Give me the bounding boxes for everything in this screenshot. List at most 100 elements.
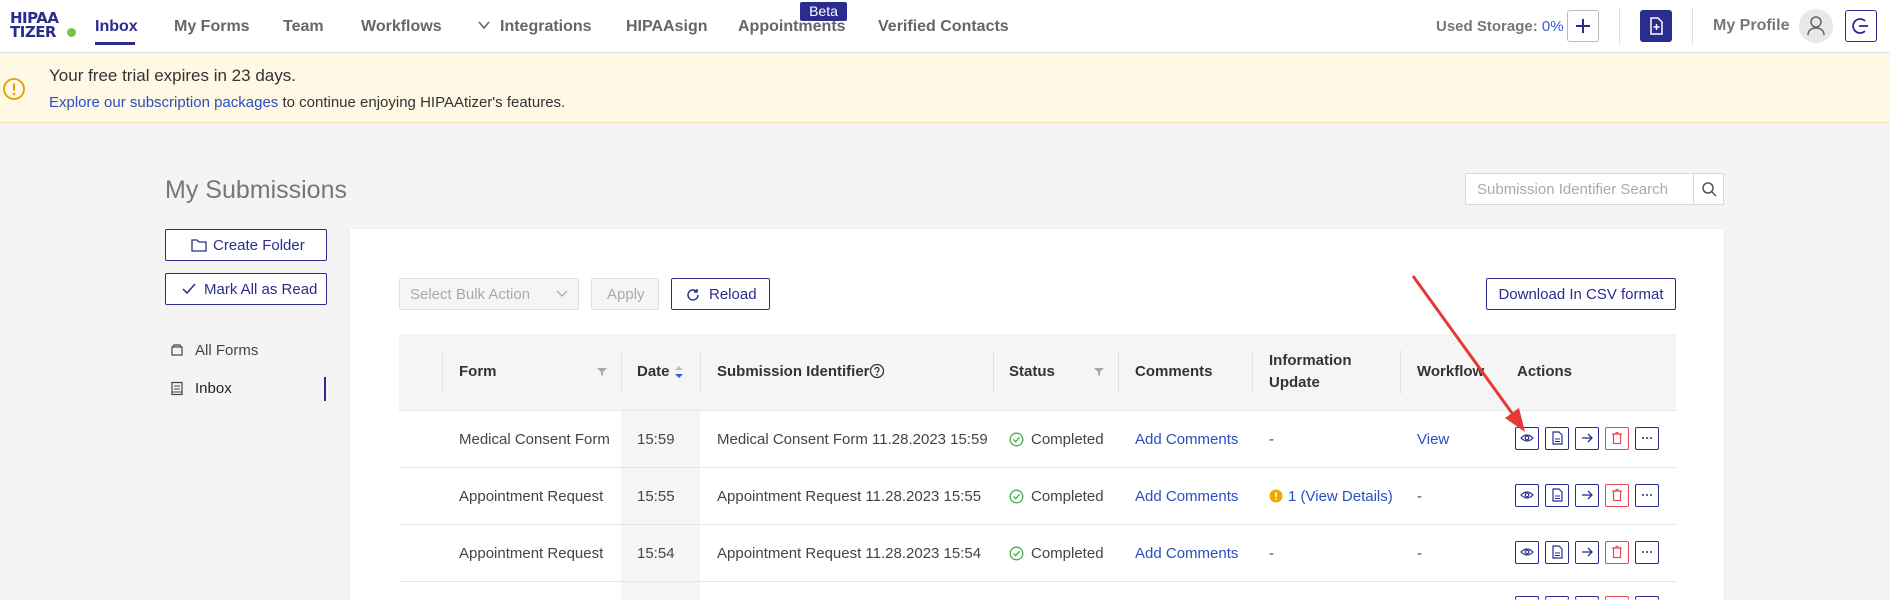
column-header-information: Information <box>1269 352 1352 369</box>
delete-button[interactable] <box>1605 541 1629 564</box>
view-button[interactable] <box>1515 484 1539 507</box>
pdf-button[interactable] <box>1545 596 1569 600</box>
logout-icon <box>1852 18 1868 34</box>
filter-icon[interactable] <box>596 367 608 377</box>
user-icon <box>1807 16 1825 36</box>
forward-button[interactable] <box>1575 427 1599 450</box>
cell-status: Completed <box>1031 545 1104 562</box>
hipaatizer-logo[interactable]: HIPAA TIZER <box>10 11 76 41</box>
more-icon <box>1642 551 1652 553</box>
forward-button[interactable] <box>1575 596 1599 600</box>
create-folder-label: Create Folder <box>213 237 305 254</box>
nav-verified-contacts[interactable]: Verified Contacts <box>878 18 1009 36</box>
add-comments-link[interactable]: Add Comments <box>1135 431 1238 448</box>
bulk-action-placeholder: Select Bulk Action <box>410 286 531 303</box>
chevron-down-icon[interactable] <box>477 18 491 32</box>
column-header-status[interactable]: Status <box>1009 363 1055 380</box>
sidebar-item-label: Inbox <box>195 380 232 397</box>
more-icon <box>1642 437 1652 439</box>
add-comments-link[interactable]: Add Comments <box>1135 545 1238 562</box>
more-button[interactable] <box>1635 427 1659 450</box>
trial-subtext: Explore our subscription packages to con… <box>49 94 565 111</box>
pdf-icon <box>1552 488 1563 502</box>
delete-button[interactable] <box>1605 596 1629 600</box>
submission-search <box>1465 173 1724 205</box>
view-details-link[interactable]: 1 (View Details) <box>1288 488 1393 505</box>
divider <box>1692 8 1693 44</box>
folder-icon <box>191 239 207 252</box>
nav-active-underline <box>95 42 135 45</box>
filter-icon[interactable] <box>1093 367 1105 377</box>
nav-inbox[interactable]: Inbox <box>95 18 138 36</box>
storage-label: Used Storage: <box>1436 18 1538 35</box>
my-profile-link[interactable]: My Profile <box>1713 17 1789 35</box>
pdf-button[interactable] <box>1545 484 1569 507</box>
logo-dot <box>67 28 76 37</box>
logout-button[interactable] <box>1845 10 1877 42</box>
new-document-button[interactable] <box>1640 10 1672 42</box>
active-indicator <box>324 377 326 401</box>
search-input[interactable] <box>1466 174 1694 204</box>
apply-button[interactable]: Apply <box>591 278 659 310</box>
more-button[interactable] <box>1635 541 1659 564</box>
cell-info-update: - <box>1269 431 1274 448</box>
pdf-button[interactable] <box>1545 427 1569 450</box>
eye-icon <box>1520 548 1534 556</box>
nav-hipaasign[interactable]: HIPAAsign <box>626 18 707 36</box>
search-icon <box>1702 182 1717 197</box>
column-header-date[interactable]: Date <box>637 363 670 380</box>
pdf-icon <box>1552 545 1563 559</box>
sort-icon[interactable] <box>674 365 684 379</box>
arrow-right-icon <box>1582 547 1593 557</box>
column-divider <box>700 350 701 394</box>
sidebar-item-label: All Forms <box>195 342 259 359</box>
column-divider <box>621 350 622 394</box>
arrow-right-icon <box>1582 433 1593 443</box>
delete-button[interactable] <box>1605 484 1629 507</box>
trial-message: Your free trial expires in 23 days. <box>49 66 296 85</box>
column-divider <box>442 350 443 394</box>
subscription-packages-link[interactable]: Explore our subscription packages <box>49 94 278 111</box>
check-circle-icon <box>1009 546 1024 561</box>
avatar[interactable] <box>1799 9 1833 43</box>
create-folder-button[interactable]: Create Folder <box>165 229 327 261</box>
inbox-icon <box>171 381 183 396</box>
reload-button[interactable]: Reload <box>671 278 770 310</box>
nav-team[interactable]: Team <box>283 18 324 36</box>
column-divider <box>1118 350 1119 394</box>
page-title: My Submissions <box>165 176 347 204</box>
column-divider <box>1400 350 1401 394</box>
add-storage-button[interactable] <box>1567 10 1599 42</box>
pdf-button[interactable] <box>1545 541 1569 564</box>
help-icon[interactable] <box>869 363 885 379</box>
cell-identifier: Appointment Request 11.28.2023 15:55 <box>717 488 982 505</box>
cell-status: Completed <box>1031 431 1104 448</box>
column-divider <box>1252 350 1253 394</box>
refresh-icon <box>687 289 699 301</box>
nav-my-forms[interactable]: My Forms <box>174 18 250 36</box>
trial-subtext-suffix: to continue enjoying HIPAAtizer's featur… <box>278 94 566 111</box>
add-comments-link[interactable]: Add Comments <box>1135 488 1238 505</box>
check-icon <box>182 283 196 295</box>
bulk-action-select[interactable]: Select Bulk Action <box>399 278 579 310</box>
forward-button[interactable] <box>1575 484 1599 507</box>
nav-workflows[interactable]: Workflows <box>361 18 442 36</box>
trash-icon <box>1612 545 1622 559</box>
search-button[interactable] <box>1693 174 1723 204</box>
nav-integrations[interactable]: Integrations <box>500 18 592 36</box>
view-button[interactable] <box>1515 596 1539 600</box>
column-divider <box>993 350 994 394</box>
reload-label: Reload <box>709 286 757 303</box>
more-button[interactable] <box>1635 596 1659 600</box>
view-button[interactable] <box>1515 541 1539 564</box>
red-annotation-arrow <box>1411 275 1525 432</box>
cell-identifier: Medical Consent Form 11.28.2023 15:59 <box>717 431 988 448</box>
plus-icon <box>1576 19 1590 33</box>
mark-all-read-button[interactable]: Mark All as Read <box>165 273 327 305</box>
box-icon <box>171 344 183 356</box>
more-button[interactable] <box>1635 484 1659 507</box>
delete-button[interactable] <box>1605 427 1629 450</box>
forward-button[interactable] <box>1575 541 1599 564</box>
column-header-form[interactable]: Form <box>459 363 497 380</box>
column-header-identifier[interactable]: Submission Identifier <box>717 363 870 380</box>
